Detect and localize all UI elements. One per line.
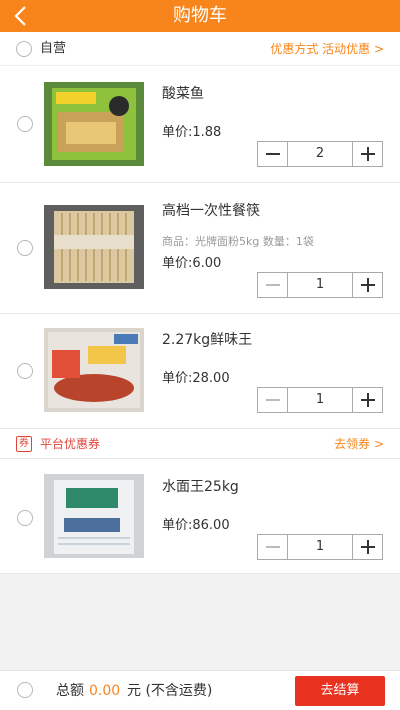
item-name: 2.27kg鲜味王 [162, 332, 253, 348]
plus-icon [361, 278, 375, 292]
item-name: 水面王25kg [162, 479, 239, 495]
product-photo-icon [44, 82, 144, 166]
store-name: 自营 [40, 41, 67, 56]
item-price: 单价:86.00 [162, 518, 230, 533]
quantity-stepper: 1 [257, 387, 383, 413]
quantity-value[interactable]: 1 [288, 273, 352, 297]
promo-options-link[interactable]: 优惠方式 活动优惠 > [270, 32, 384, 66]
plus-icon [361, 540, 375, 554]
item-name: 酸菜鱼 [162, 86, 204, 102]
minus-icon [266, 546, 280, 548]
product-image[interactable] [44, 82, 144, 166]
total-amount: 0.00 [89, 683, 121, 699]
coupon-label: 平台优惠券 [40, 437, 101, 451]
quantity-value[interactable]: 1 [288, 535, 352, 559]
quantity-stepper: 2 [257, 141, 383, 167]
item-select-radio[interactable] [17, 510, 33, 526]
cart-item: 酸菜鱼 单价:1.88 2 [0, 66, 400, 183]
item-select-radio[interactable] [17, 240, 33, 256]
quantity-value[interactable]: 2 [288, 142, 352, 166]
store-select-radio[interactable] [16, 41, 32, 57]
item-name: 高档一次性餐筷 [162, 203, 260, 219]
minus-icon [266, 399, 280, 401]
increase-button[interactable] [352, 273, 382, 297]
product-image[interactable] [44, 328, 144, 412]
cart-item: 2.27kg鲜味王 单价:28.00 1 [0, 314, 400, 429]
quantity-stepper: 1 [257, 272, 383, 298]
decrease-button[interactable] [258, 535, 288, 559]
store-bar: 自营 优惠方式 活动优惠 > [0, 32, 400, 66]
total-unit-note: 元 (不含运费) [127, 683, 213, 699]
minus-icon [266, 284, 280, 286]
increase-button[interactable] [352, 535, 382, 559]
decrease-button[interactable] [258, 388, 288, 412]
select-all-radio[interactable] [17, 682, 33, 698]
product-photo-icon [44, 205, 144, 289]
decrease-button[interactable] [258, 142, 288, 166]
checkout-footer: 总额 0.00 元 (不含运费) 去结算 [0, 670, 400, 710]
decrease-button[interactable] [258, 273, 288, 297]
checkout-button[interactable]: 去结算 [295, 676, 385, 706]
quantity-stepper: 1 [257, 534, 383, 560]
increase-button[interactable] [352, 142, 382, 166]
item-price: 单价:6.00 [162, 256, 222, 271]
item-select-radio[interactable] [17, 116, 33, 132]
item-select-radio[interactable] [17, 363, 33, 379]
item-price: 单价:28.00 [162, 371, 230, 386]
product-photo-icon [44, 328, 144, 412]
item-spec: 商品：光牌面粉5kg 数量：1袋 [162, 235, 314, 248]
product-photo-icon [44, 474, 144, 558]
platform-coupon-bar: 券 平台优惠券 去领券 > [0, 429, 400, 459]
increase-button[interactable] [352, 388, 382, 412]
total-label: 总额 [56, 683, 84, 699]
cart-item: 高档一次性餐筷 商品：光牌面粉5kg 数量：1袋 单价:6.00 1 [0, 183, 400, 314]
minus-icon [266, 153, 280, 155]
plus-icon [361, 393, 375, 407]
product-image[interactable] [44, 474, 144, 558]
coupon-icon: 券 [16, 436, 32, 452]
app-header: 购物车 [0, 0, 400, 32]
item-price: 单价:1.88 [162, 125, 222, 140]
plus-icon [361, 147, 375, 161]
get-coupon-link[interactable]: 去领券 > [334, 429, 384, 459]
page-title: 购物车 [173, 5, 227, 26]
cart-item: 水面王25kg 单价:86.00 1 [0, 459, 400, 574]
quantity-value[interactable]: 1 [288, 388, 352, 412]
product-image[interactable] [44, 205, 144, 289]
